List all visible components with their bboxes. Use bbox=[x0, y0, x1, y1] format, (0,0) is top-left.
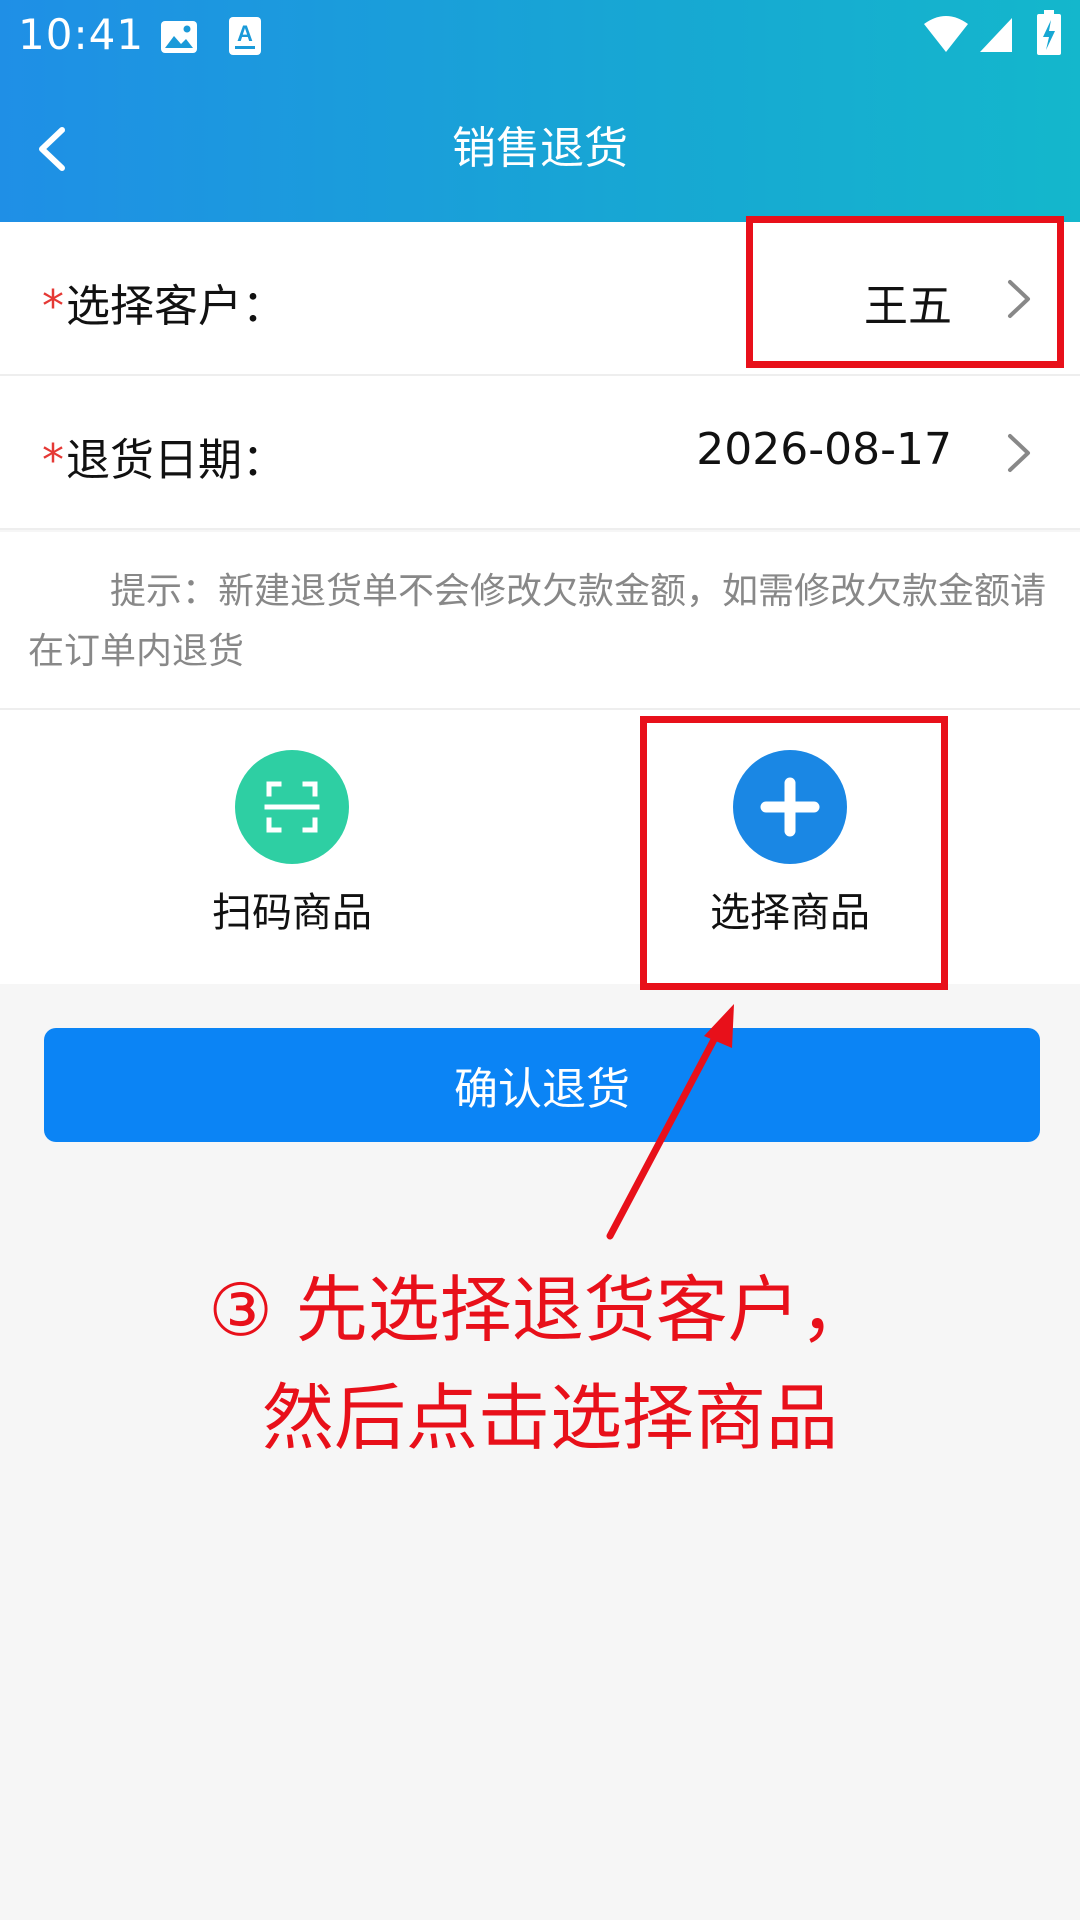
confirm-return-button[interactable]: 确认退货 bbox=[44, 1028, 1040, 1142]
scan-product-button[interactable]: 扫码商品 bbox=[162, 750, 422, 950]
product-actions: 扫码商品 选择商品 bbox=[0, 710, 1080, 984]
required-mark: * bbox=[42, 281, 64, 332]
image-notification-icon bbox=[161, 21, 197, 53]
chevron-right-icon bbox=[1008, 434, 1030, 472]
return-date-label-text: 退货日期： bbox=[66, 435, 286, 486]
scan-icon-circle bbox=[235, 750, 349, 864]
status-bar: 10:41 A bbox=[0, 0, 1080, 74]
annotation-line-2: 然后点击选择商品 bbox=[261, 1376, 838, 1460]
plus-icon bbox=[760, 777, 820, 837]
return-date-value: 2026-08-17 bbox=[696, 424, 952, 475]
hint-text: 提示：新建退货单不会修改欠款金额，如需修改欠款金额请在订单内退货 bbox=[28, 571, 1047, 672]
hint-panel: 提示：新建退货单不会修改欠款金额，如需修改欠款金额请在订单内退货 bbox=[0, 532, 1080, 710]
return-date-row[interactable]: *退货日期： 2026-08-17 bbox=[0, 376, 1080, 530]
return-date-label: *退货日期： bbox=[42, 424, 286, 488]
scan-icon bbox=[264, 781, 320, 833]
customer-label: *选择客户： bbox=[42, 270, 286, 334]
scan-product-label: 扫码商品 bbox=[212, 890, 372, 936]
status-time: 10:41 bbox=[18, 10, 145, 59]
battery-icon bbox=[1037, 10, 1061, 55]
svg-text:A: A bbox=[237, 21, 253, 46]
page-title: 销售退货 bbox=[452, 123, 628, 174]
customer-value: 王五 bbox=[864, 281, 952, 332]
annotation-line-1: ③ 先选择退货客户， bbox=[208, 1268, 872, 1352]
text-notification-icon: A bbox=[229, 17, 261, 55]
select-product-label: 选择商品 bbox=[710, 890, 870, 936]
nav-bar: 销售退货 bbox=[0, 74, 1080, 222]
wifi-icon bbox=[924, 16, 968, 52]
top-bar: 10:41 A 销售退货 bbox=[0, 0, 1080, 222]
required-mark: * bbox=[42, 435, 64, 486]
chevron-right-icon bbox=[1008, 280, 1030, 318]
select-product-button[interactable]: 选择商品 bbox=[660, 750, 920, 950]
plus-icon-circle bbox=[733, 750, 847, 864]
signal-icon bbox=[980, 18, 1012, 52]
customer-label-text: 选择客户： bbox=[66, 281, 286, 332]
customer-row[interactable]: *选择客户： 王五 bbox=[0, 222, 1080, 376]
